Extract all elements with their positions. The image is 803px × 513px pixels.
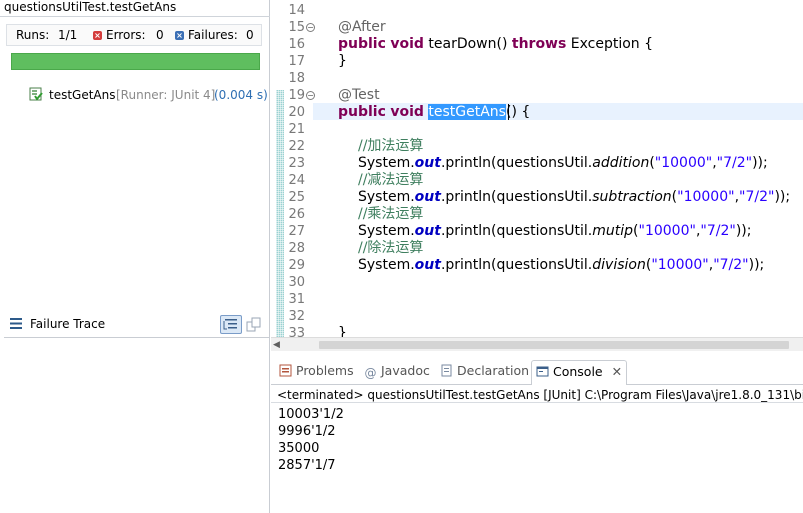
line-number: 31 (288, 292, 305, 307)
code-line[interactable]: System.out.println(questionsUtil.mutip("… (358, 223, 751, 240)
line-number: 21 (288, 122, 305, 137)
code-line[interactable]: @After (338, 19, 386, 36)
code-line[interactable]: public void tearDown() throws Exception … (338, 36, 653, 53)
junit-view: questionsUtilTest.testGetAns Runs: 1/1 ×… (0, 0, 270, 513)
line-number: 14 (288, 3, 305, 18)
line-number: 19 (288, 88, 305, 103)
line-number: 17 (288, 54, 305, 69)
code-line[interactable]: System.out.println(questionsUtil.additio… (358, 155, 768, 172)
scroll-left-arrow-icon[interactable]: ◀ (273, 340, 280, 350)
divider (0, 16, 270, 17)
tab-declaration[interactable]: Declaration (440, 363, 529, 383)
code-line[interactable]: @Test (338, 87, 380, 104)
failures-icon: × (175, 31, 184, 40)
tab-label: Problems (296, 363, 354, 378)
line-number: 23 (288, 156, 305, 171)
failure-trace-title: Failure Trace (30, 317, 106, 331)
line-number: 30 (288, 275, 305, 290)
junit-test-title: questionsUtilTest.testGetAns (4, 0, 177, 14)
junit-progress-bar (11, 53, 260, 70)
failure-trace-list-icon (10, 318, 22, 329)
fold-toggle-icon[interactable]: − (306, 23, 315, 32)
line-number: 15 (288, 20, 305, 35)
javadoc-icon: @ (364, 366, 377, 380)
line-number: 26 (288, 207, 305, 222)
errors-label: Errors: (106, 28, 146, 42)
tab-label: Javadoc (381, 363, 430, 378)
line-number: 28 (288, 241, 305, 256)
scrollbar-thumb[interactable] (319, 341, 789, 349)
console-output-line: 35000 (278, 441, 320, 456)
code-line[interactable]: //除法运算 (358, 240, 423, 257)
declaration-icon (441, 364, 452, 377)
tab-console[interactable]: Console ✕ (531, 360, 628, 385)
close-icon[interactable]: ✕ (612, 364, 622, 379)
code-line[interactable]: //减法运算 (358, 172, 423, 189)
filter-stack-icon (223, 319, 237, 330)
test-runner: [Runner: JUnit 4] (116, 88, 216, 102)
code-line[interactable]: //加法运算 (358, 138, 423, 155)
tab-problems[interactable]: Problems (279, 363, 354, 383)
line-number: 20 (288, 105, 305, 120)
test-passed-icon (29, 87, 43, 101)
console-output-line: 10003'1/2 (278, 407, 344, 422)
junit-stats-bar: Runs: 1/1 × Errors: 0 × Failures: 0 (6, 24, 262, 46)
problems-icon (279, 364, 292, 377)
editor-horizontal-scrollbar[interactable]: ◀ (271, 337, 803, 351)
test-name: testGetAns (49, 88, 116, 102)
tab-label: Console (553, 364, 603, 379)
errors-icon: × (93, 31, 102, 40)
line-number: 27 (288, 224, 305, 239)
line-number: 16 (288, 37, 305, 52)
compare-results-icon[interactable] (246, 317, 262, 333)
line-number: 29 (288, 258, 305, 273)
line-number: 22 (288, 139, 305, 154)
line-number: 18 (288, 71, 305, 86)
java-editor[interactable]: 14 15 − 16 17 18 19 − 20 21 22 23 24 25 … (271, 0, 803, 337)
failures-value: 0 (246, 28, 254, 42)
bottom-view-tabs: Problems @ Javadoc Declaration Console ✕ (271, 358, 803, 385)
errors-value: 0 (156, 28, 164, 42)
runs-value: 1/1 (58, 28, 78, 42)
code-line[interactable]: } (338, 325, 347, 337)
line-number: 24 (288, 173, 305, 188)
line-number: 25 (288, 190, 305, 205)
code-line[interactable]: System.out.println(questionsUtil.divisio… (358, 257, 764, 274)
tab-javadoc[interactable]: @ Javadoc (364, 363, 430, 383)
divider (271, 402, 803, 403)
test-time: (0.004 s) (214, 88, 268, 102)
line-number: 32 (288, 309, 305, 324)
fold-toggle-icon[interactable]: − (306, 91, 315, 100)
console-icon (536, 366, 549, 377)
code-line[interactable]: System.out.println(questionsUtil.subtrac… (358, 189, 790, 206)
code-line[interactable]: public void testGetAns() { (338, 104, 530, 121)
console-status-line: <terminated> questionsUtilTest.testGetAn… (277, 388, 803, 402)
code-line[interactable]: //乘法运算 (358, 206, 423, 223)
filter-stack-trace-button[interactable] (220, 315, 242, 334)
failures-label: Failures: (188, 28, 238, 42)
console-output-line: 9996'1/2 (278, 424, 336, 439)
code-line[interactable]: } (338, 53, 347, 70)
failure-trace-header: Failure Trace (4, 312, 269, 338)
text-caret (508, 104, 509, 120)
console-output-line: 2857'1/7 (278, 458, 336, 473)
runs-label: Runs: (16, 28, 50, 42)
line-number: 33 (288, 326, 305, 337)
tab-label: Declaration (457, 363, 530, 378)
